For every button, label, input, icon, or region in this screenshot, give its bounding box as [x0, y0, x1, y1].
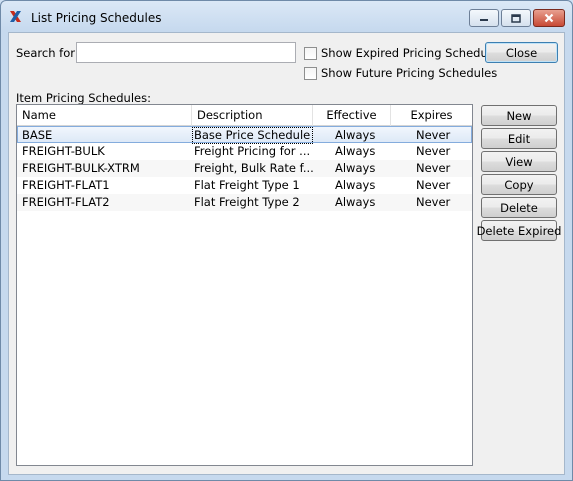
column-header-expires[interactable]: Expires — [391, 105, 472, 126]
table-row[interactable]: FREIGHT-FLAT2 Flat Freight Type 2 Always… — [17, 194, 472, 211]
cell-description: Flat Freight Type 1 — [194, 178, 300, 192]
dialog-client-area: Search for: Show Expired Pricing Schedul… — [8, 32, 565, 475]
cell-effective: Always — [335, 144, 376, 158]
cell-description: Flat Freight Type 2 — [194, 195, 300, 209]
maximize-icon — [511, 13, 521, 23]
delete-button[interactable]: Delete — [481, 197, 557, 218]
maximize-button[interactable] — [501, 9, 531, 27]
checkbox-box[interactable] — [304, 66, 317, 80]
cell-effective: Always — [335, 161, 376, 175]
cell-expires: Never — [416, 178, 451, 192]
table-row[interactable]: BASE Base Price Schedule Always Never — [17, 126, 472, 144]
cell-expires: Never — [416, 128, 451, 142]
cell-name: BASE — [22, 128, 53, 142]
column-header-effective[interactable]: Effective — [313, 105, 391, 126]
close-icon — [544, 13, 554, 23]
item-pricing-schedules-label: Item Pricing Schedules: — [16, 91, 151, 105]
cell-name: FREIGHT-FLAT2 — [22, 195, 110, 209]
edit-button[interactable]: Edit — [481, 128, 557, 149]
minimize-icon — [480, 19, 488, 21]
cell-expires: Never — [416, 161, 451, 175]
copy-button[interactable]: Copy — [481, 174, 557, 195]
cell-effective: Always — [335, 178, 376, 192]
column-header-name[interactable]: Name — [17, 105, 192, 126]
cell-name: FREIGHT-BULK — [22, 144, 105, 158]
cell-description: Freight, Bulk Rate f... — [194, 161, 313, 175]
pricing-schedules-table[interactable]: Name Description Effective Expires BASE … — [16, 104, 473, 466]
cell-expires: Never — [416, 144, 451, 158]
show-future-label: Show Future Pricing Schedules — [321, 66, 498, 80]
cell-name: FREIGHT-BULK-XTRM — [22, 161, 140, 175]
table-header: Name Description Effective Expires — [17, 105, 472, 126]
new-button[interactable]: New — [481, 105, 557, 126]
column-header-description[interactable]: Description — [192, 105, 313, 126]
show-future-checkbox[interactable]: Show Future Pricing Schedules — [304, 66, 497, 80]
checkbox-box[interactable] — [304, 46, 317, 60]
cell-description: Base Price Schedule — [192, 127, 313, 144]
delete-expired-button[interactable]: Delete Expired — [477, 220, 561, 241]
show-expired-label: Show Expired Pricing Schedules — [321, 46, 505, 60]
table-row[interactable]: FREIGHT-FLAT1 Flat Freight Type 1 Always… — [17, 177, 472, 194]
minimize-button[interactable] — [469, 9, 499, 27]
cell-effective: Always — [335, 128, 376, 142]
view-button[interactable]: View — [481, 151, 557, 172]
table-row[interactable]: FREIGHT-BULK Freight Pricing for ... Alw… — [17, 143, 472, 160]
cell-description: Freight Pricing for ... — [194, 144, 311, 158]
search-label: Search for: — [16, 46, 79, 60]
table-row[interactable]: FREIGHT-BULK-XTRM Freight, Bulk Rate f..… — [17, 160, 472, 177]
cell-name: FREIGHT-FLAT1 — [22, 178, 110, 192]
show-expired-checkbox[interactable]: Show Expired Pricing Schedules — [304, 46, 504, 60]
title-bar[interactable]: List Pricing Schedules — [1, 1, 572, 31]
close-button[interactable]: Close — [485, 42, 558, 63]
window-title: List Pricing Schedules — [31, 11, 162, 25]
cell-expires: Never — [416, 195, 451, 209]
cell-effective: Always — [335, 195, 376, 209]
window-close-button[interactable] — [533, 9, 565, 27]
search-input[interactable] — [76, 42, 296, 63]
list-pricing-schedules-window: List Pricing Schedules Search for: Show … — [0, 0, 573, 481]
xtuple-x-icon — [10, 11, 21, 22]
